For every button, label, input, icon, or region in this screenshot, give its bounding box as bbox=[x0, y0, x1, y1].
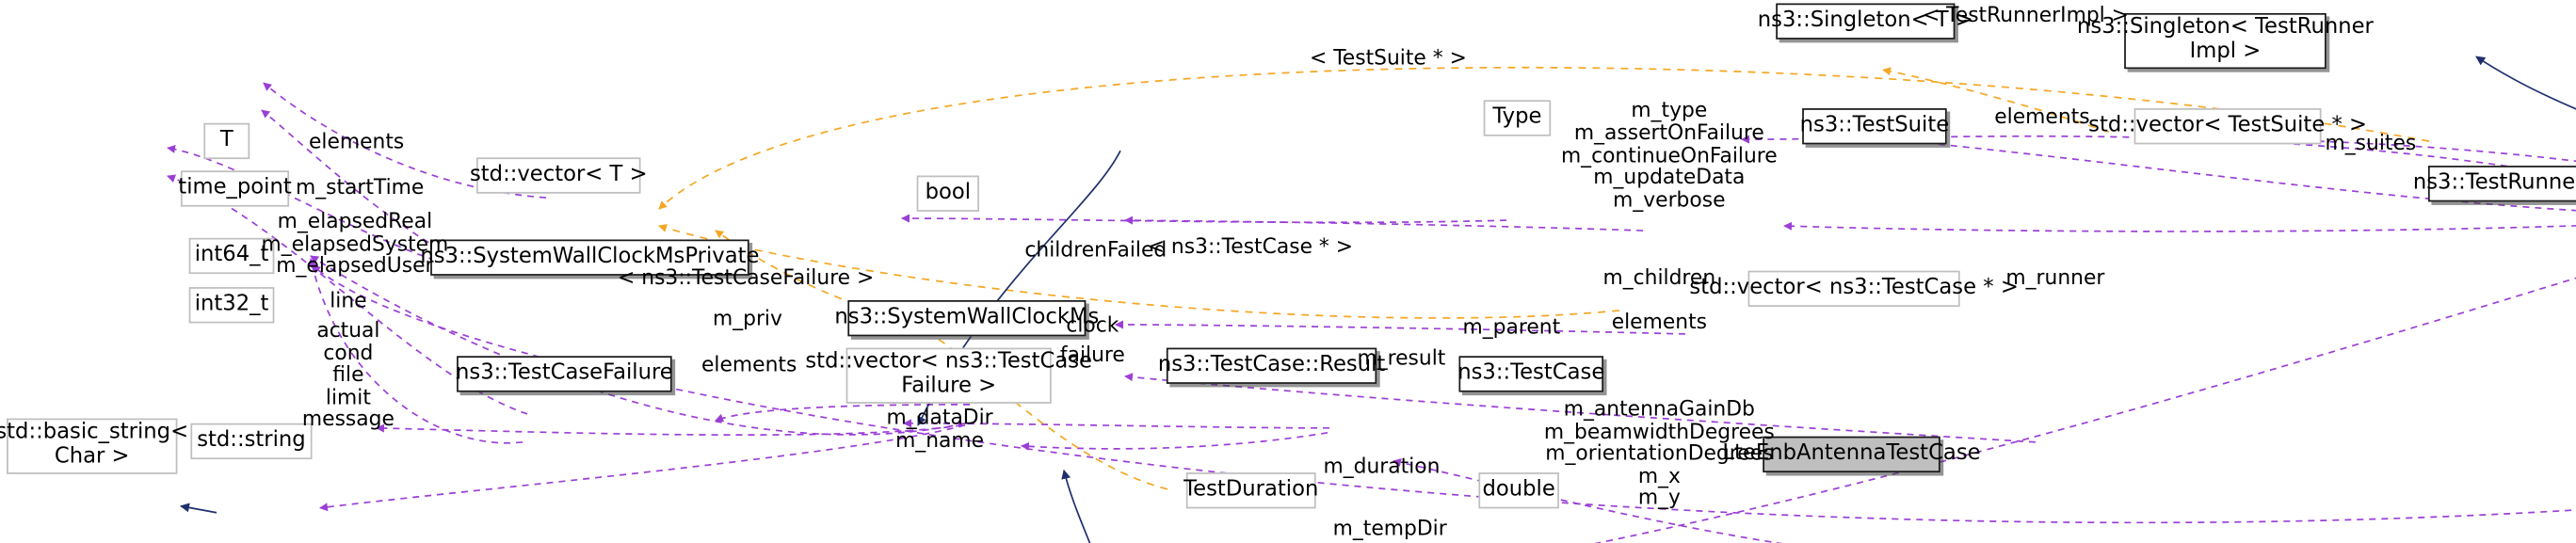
node-label: std::string bbox=[197, 427, 306, 453]
edge-label-m-duration: m_duration bbox=[1323, 453, 1441, 478]
edge-label-line: line bbox=[330, 287, 367, 312]
node-label: ns3::SystemWallClockMs bbox=[834, 304, 1100, 329]
node-label: ns3::TestCaseFailure bbox=[456, 360, 673, 386]
node-vector-t[interactable]: std::vector< T > bbox=[470, 157, 648, 194]
node-label: std::vector< T > bbox=[469, 162, 648, 187]
edge-label-test-case-ptr-template: < ns3::TestCase * > bbox=[1147, 232, 1354, 259]
node-label: ns3::TestCase bbox=[1457, 360, 1605, 386]
edge-label-failure: failure bbox=[1059, 342, 1125, 367]
node-int32-t[interactable]: int32_t bbox=[188, 287, 275, 324]
node-label: std::basic_string< Char > bbox=[0, 421, 189, 470]
node-label: bool bbox=[925, 180, 972, 205]
node-label: ns3::TestRunnerImpl bbox=[2412, 169, 2576, 195]
edge-label-clock: clock bbox=[1066, 311, 1119, 337]
edge-label-m-parent: m_parent bbox=[1462, 313, 1561, 339]
node-vector-test-case-failure[interactable]: std::vector< ns3::TestCase Failure > bbox=[805, 347, 1092, 404]
edge-label-test-runner-impl-template: < TestRunnerImpl > bbox=[1922, 2, 2129, 27]
node-T[interactable]: T bbox=[203, 122, 250, 160]
node-lte-enb-antenna-test-case[interactable]: LteEnbAntennaTestCase bbox=[1722, 436, 1981, 473]
node-test-case[interactable]: ns3::TestCase bbox=[1457, 356, 1605, 392]
edge-label-m-runner: m_runner bbox=[2005, 264, 2105, 290]
node-test-case-result[interactable]: ns3::TestCase::Result bbox=[1158, 347, 1385, 384]
node-singleton-test-runner-impl[interactable]: ns3::Singleton< TestRunner Impl > bbox=[2077, 12, 2374, 70]
node-test-runner-impl[interactable]: ns3::TestRunnerImpl bbox=[2413, 166, 2576, 202]
edge-label-m-temp-dir: m_tempDir bbox=[1332, 515, 1447, 540]
edge-label-m-suites: m_suites bbox=[2325, 130, 2417, 155]
node-type[interactable]: Type bbox=[1483, 100, 1552, 136]
edge-label-antenna-fields: m_antennaGainDb m_beamwidthDegrees m_ori… bbox=[1543, 395, 1775, 509]
edge-label-elapsed-fields: m_elapsedReal m_elapsedSystem m_elapsedU… bbox=[261, 207, 449, 278]
node-test-duration[interactable]: TestDuration bbox=[1183, 472, 1319, 509]
node-label: ns3::TestSuite bbox=[1799, 112, 1950, 137]
edge-label-m-type: m_type bbox=[1631, 97, 1708, 122]
edge-label-m-priv: m_priv bbox=[712, 305, 782, 330]
collaboration-diagram-canvas: T time_point int64_t int32_t std::basic_… bbox=[0, 0, 2576, 543]
node-time-point[interactable]: time_point bbox=[178, 170, 292, 207]
edge-label-children-failed: childrenFailed bbox=[1024, 236, 1167, 262]
node-test-suite[interactable]: ns3::TestSuite bbox=[1799, 108, 1950, 145]
edge-label-elements-test-suite: elements bbox=[1994, 104, 2090, 129]
edge-label-elements-test-case-failure: elements bbox=[701, 351, 797, 376]
edge-label-failure-fields: actual cond file limit message bbox=[301, 316, 394, 431]
node-label: TestDuration bbox=[1183, 476, 1319, 502]
node-system-wall-clock-ms[interactable]: ns3::SystemWallClockMs bbox=[834, 300, 1099, 337]
edge-label-m-children: m_children bbox=[1602, 264, 1716, 290]
node-std-string[interactable]: std::string bbox=[190, 423, 313, 460]
edge-label-test-suite-ptr-template: < TestSuite * > bbox=[1309, 44, 1467, 70]
edge-label-m-start-time: m_startTime bbox=[295, 174, 425, 200]
node-vector-test-case-ptr[interactable]: std::vector< ns3::TestCase * > bbox=[1689, 270, 2019, 307]
node-label: std::vector< ns3::TestCase * > bbox=[1689, 275, 2019, 300]
node-test-case-failure[interactable]: ns3::TestCaseFailure bbox=[456, 356, 673, 392]
node-label: time_point bbox=[178, 175, 292, 200]
node-label: std::vector< ns3::TestCase Failure > bbox=[805, 350, 1093, 399]
edge-label-test-case-failure-template: < ns3::TestCaseFailure > bbox=[618, 264, 875, 290]
edge-label-elements-test-case: elements bbox=[1611, 309, 1708, 334]
node-label: int32_t bbox=[194, 291, 269, 316]
edge-label-m-result: m_result bbox=[1357, 344, 1446, 370]
edge-label-elements-t: elements bbox=[308, 128, 405, 153]
node-label: int64_t bbox=[194, 242, 269, 267]
edge-label-assert-fields: m_assertOnFailure m_continueOnFailure m_… bbox=[1560, 120, 1778, 212]
node-bool[interactable]: bool bbox=[916, 175, 979, 212]
node-basic-string[interactable]: std::basic_string< Char > bbox=[0, 418, 188, 474]
node-label: T bbox=[219, 127, 233, 152]
node-vector-test-suite-ptr[interactable]: std::vector< TestSuite * > bbox=[2088, 108, 2367, 145]
edge-label-data-dir-name: m_dataDir m_name bbox=[886, 404, 993, 452]
node-label: Type bbox=[1492, 104, 1542, 130]
node-label: ns3::TestCase::Result bbox=[1157, 352, 1386, 377]
